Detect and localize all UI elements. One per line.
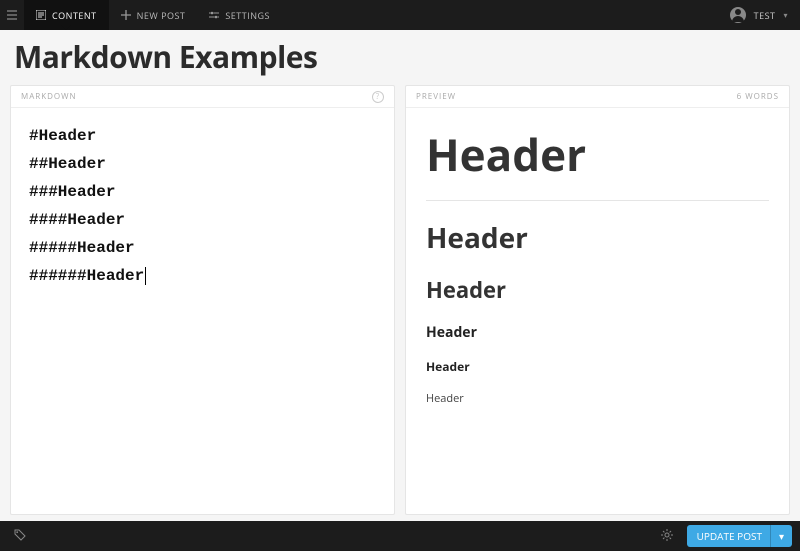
user-name: TEST [754, 9, 776, 22]
avatar-icon [730, 7, 746, 23]
preview-panel-header: PREVIEW 6 WORDS [406, 86, 789, 108]
chevron-down-icon[interactable]: ▾ [779, 529, 784, 543]
preview-h4: Header [426, 323, 769, 342]
word-count: 6 WORDS [737, 91, 779, 102]
post-settings-button[interactable] [655, 524, 679, 549]
post-title-area[interactable]: Markdown Examples [10, 30, 790, 85]
preview-h1: Header [426, 124, 769, 184]
preview-body: Header Header Header Header Header Heade… [406, 108, 789, 440]
main-content: Markdown Examples MARKDOWN ? #Header ##H… [0, 30, 800, 521]
md-line-5: #####Header [29, 239, 135, 257]
preview-h2: Header [426, 219, 769, 257]
markdown-panel-label: MARKDOWN [21, 91, 77, 102]
plus-icon [121, 10, 131, 20]
nav-settings[interactable]: SETTINGS [197, 0, 282, 30]
update-post-button[interactable]: UPDATE POST ▾ [687, 525, 792, 547]
markdown-editor[interactable]: #Header ##Header ###Header ####Header ##… [11, 108, 394, 304]
nav-settings-label: SETTINGS [225, 9, 270, 22]
post-title: Markdown Examples [14, 36, 786, 77]
content-icon [36, 10, 46, 20]
gear-icon [661, 529, 673, 541]
chevron-down-icon: ▾ [783, 10, 788, 21]
md-line-2: ##Header [29, 155, 106, 173]
nav-new-post-label: NEW POST [137, 9, 186, 22]
bottom-bar: UPDATE POST ▾ [0, 521, 800, 551]
text-cursor [145, 267, 146, 285]
preview-h5: Header [426, 358, 769, 375]
tag-button[interactable] [8, 524, 32, 549]
nav-content[interactable]: CONTENT [24, 0, 109, 30]
settings-sliders-icon [209, 10, 219, 20]
preview-panel-label: PREVIEW [416, 91, 456, 102]
top-navbar: CONTENT NEW POST SETTINGS TEST ▾ [0, 0, 800, 30]
preview-h3: Header [426, 275, 769, 305]
markdown-panel: MARKDOWN ? #Header ##Header ###Header ##… [10, 85, 395, 515]
hamburger-menu-button[interactable] [0, 0, 24, 30]
editor-row: MARKDOWN ? #Header ##Header ###Header ##… [10, 85, 790, 515]
tag-icon [14, 529, 26, 541]
user-menu[interactable]: TEST ▾ [718, 7, 800, 23]
update-post-divider [770, 525, 771, 547]
preview-panel: PREVIEW 6 WORDS Header Header Header Hea… [405, 85, 790, 515]
markdown-panel-header: MARKDOWN ? [11, 86, 394, 108]
nav-new-post[interactable]: NEW POST [109, 0, 198, 30]
nav-content-label: CONTENT [52, 9, 97, 22]
preview-h1-rule [426, 200, 769, 201]
md-line-4: ####Header [29, 211, 125, 229]
md-line-6: ######Header [29, 267, 144, 285]
markdown-help-button[interactable]: ? [372, 91, 384, 103]
hamburger-icon [7, 10, 17, 20]
md-line-1: #Header [29, 127, 96, 145]
md-line-3: ###Header [29, 183, 115, 201]
preview-h6: Header [426, 391, 769, 406]
update-post-label: UPDATE POST [697, 529, 762, 543]
